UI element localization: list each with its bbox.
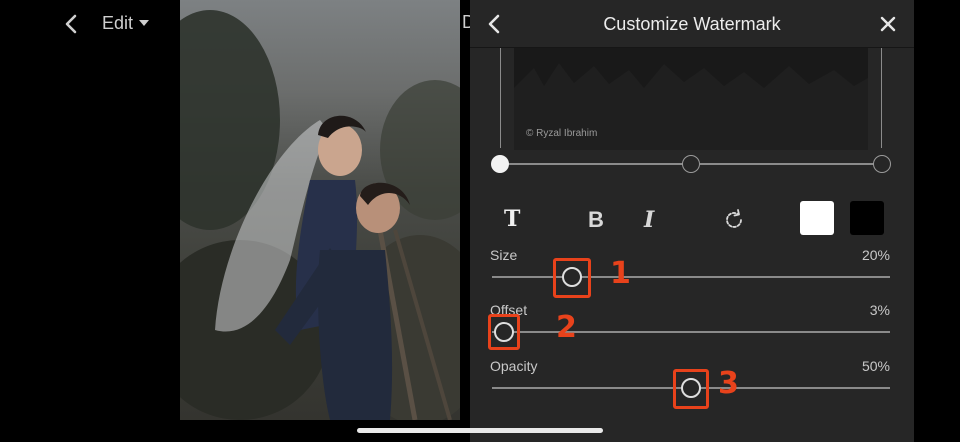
white-color-swatch[interactable] — [800, 201, 834, 235]
annotation-box — [487, 314, 520, 350]
anchor-right[interactable] — [873, 155, 891, 173]
size-label: Size — [490, 247, 518, 263]
annotation-number: 3 — [718, 366, 739, 401]
chevron-down-icon[interactable] — [139, 20, 149, 26]
photo-canvas — [180, 0, 460, 420]
anchor-line — [500, 163, 686, 165]
annotation-number: 1 — [610, 256, 631, 291]
watermark-text: © Ryzal Ibrahim — [526, 128, 598, 139]
offset-value: 3% — [869, 302, 890, 318]
offset-slider-track[interactable] — [492, 331, 890, 333]
home-indicator[interactable] — [357, 428, 603, 433]
back-icon[interactable] — [62, 12, 82, 36]
anchor-line — [700, 163, 878, 165]
panel-header: Customize Watermark — [470, 0, 914, 48]
annotation-box — [552, 258, 591, 298]
font-button[interactable]: T — [504, 206, 520, 232]
opacity-value: 50% — [861, 358, 890, 374]
annotation-box — [673, 369, 709, 409]
wedding-photo-image — [180, 10, 460, 420]
text-style-toolbar: T B I — [470, 200, 914, 238]
size-value: 20% — [861, 247, 890, 263]
anchor-center[interactable] — [682, 155, 700, 173]
watermark-preview: © Ryzal Ibrahim — [514, 48, 868, 150]
panel-title: Customize Watermark — [603, 14, 781, 34]
black-color-swatch[interactable] — [850, 201, 884, 235]
annotation-number: 2 — [556, 310, 577, 345]
close-icon[interactable] — [878, 14, 898, 34]
size-slider-track[interactable] — [492, 276, 890, 278]
edit-menu-label[interactable]: Edit — [102, 13, 133, 34]
opacity-label: Opacity — [490, 358, 538, 374]
watermark-panel: Customize Watermark © Ryzal Ibrahim T B … — [470, 0, 914, 442]
rotate-icon[interactable] — [722, 208, 746, 232]
anchor-left[interactable] — [491, 155, 509, 173]
bold-button[interactable]: B — [588, 207, 604, 233]
italic-button[interactable]: I — [644, 207, 654, 233]
